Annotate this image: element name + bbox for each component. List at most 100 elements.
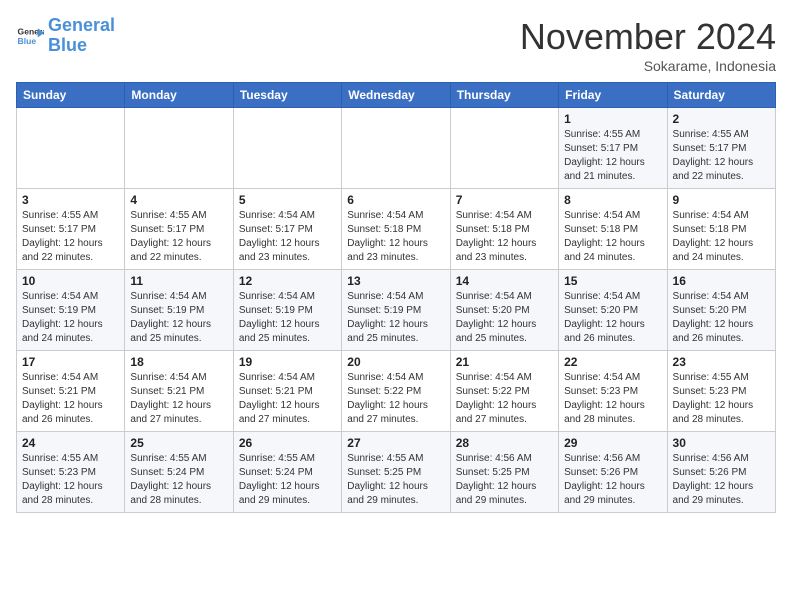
day-number: 23 (673, 355, 770, 369)
day-number: 1 (564, 112, 661, 126)
calendar-cell: 14 Sunrise: 4:54 AM Sunset: 5:20 PM Dayli… (450, 270, 558, 351)
svg-text:Blue: Blue (18, 36, 37, 46)
day-number: 16 (673, 274, 770, 288)
calendar-cell: 24 Sunrise: 4:55 AM Sunset: 5:23 PM Dayli… (17, 432, 125, 513)
month-title: November 2024 (520, 16, 776, 58)
day-number: 2 (673, 112, 770, 126)
day-info: Sunrise: 4:55 AM Sunset: 5:23 PM Dayligh… (22, 452, 119, 508)
day-number: 12 (239, 274, 336, 288)
calendar-cell: 3 Sunrise: 4:55 AM Sunset: 5:17 PM Daylig… (17, 189, 125, 270)
calendar-cell: 2Sunrise: 4:55 AM Sunset: 5:17 PM Daylig… (667, 108, 775, 189)
day-number: 7 (456, 193, 553, 207)
calendar-cell (125, 108, 233, 189)
day-info: Sunrise: 4:55 AM Sunset: 5:17 PM Dayligh… (130, 209, 227, 265)
calendar-cell: 11Sunrise: 4:54 AM Sunset: 5:19 PM Dayli… (125, 270, 233, 351)
weekday-header-sunday: Sunday (17, 83, 125, 108)
day-number: 24 (22, 436, 119, 450)
day-info: Sunrise: 4:54 AM Sunset: 5:18 PM Dayligh… (673, 209, 770, 265)
calendar-cell: 19 Sunrise: 4:54 AM Sunset: 5:21 PM Dayli… (233, 351, 341, 432)
day-number: 29 (564, 436, 661, 450)
day-info: Sunrise: 4:54 AM Sunset: 5:19 PM Dayligh… (347, 290, 444, 346)
day-info: Sunrise: 4:54 AM Sunset: 5:21 PM Dayligh… (130, 371, 227, 427)
calendar-cell: 4 Sunrise: 4:55 AM Sunset: 5:17 PM Daylig… (125, 189, 233, 270)
calendar-cell: 27 Sunrise: 4:55 AM Sunset: 5:25 PM Dayli… (342, 432, 450, 513)
calendar-cell: 25Sunrise: 4:55 AM Sunset: 5:24 PM Dayli… (125, 432, 233, 513)
weekday-header-row: SundayMondayTuesdayWednesdayThursdayFrid… (17, 83, 776, 108)
calendar-cell (17, 108, 125, 189)
day-info: Sunrise: 4:54 AM Sunset: 5:18 PM Dayligh… (564, 209, 661, 265)
day-number: 11 (130, 274, 227, 288)
calendar-cell: 17 Sunrise: 4:54 AM Sunset: 5:21 PM Dayli… (17, 351, 125, 432)
day-number: 26 (239, 436, 336, 450)
day-info: Sunrise: 4:54 AM Sunset: 5:22 PM Dayligh… (347, 371, 444, 427)
weekday-header-monday: Monday (125, 83, 233, 108)
day-number: 17 (22, 355, 119, 369)
day-info: Sunrise: 4:55 AM Sunset: 5:23 PM Dayligh… (673, 371, 770, 427)
day-number: 28 (456, 436, 553, 450)
location-subtitle: Sokarame, Indonesia (520, 58, 776, 74)
day-info: Sunrise: 4:54 AM Sunset: 5:21 PM Dayligh… (239, 371, 336, 427)
day-info: Sunrise: 4:54 AM Sunset: 5:20 PM Dayligh… (564, 290, 661, 346)
calendar-cell: 9 Sunrise: 4:54 AM Sunset: 5:18 PM Daylig… (667, 189, 775, 270)
calendar-cell (233, 108, 341, 189)
calendar-cell: 26 Sunrise: 4:55 AM Sunset: 5:24 PM Dayli… (233, 432, 341, 513)
day-info: Sunrise: 4:54 AM Sunset: 5:20 PM Dayligh… (673, 290, 770, 346)
calendar-week-5: 24 Sunrise: 4:55 AM Sunset: 5:23 PM Dayli… (17, 432, 776, 513)
calendar-cell: 5 Sunrise: 4:54 AM Sunset: 5:17 PM Daylig… (233, 189, 341, 270)
day-info: Sunrise: 4:55 AM Sunset: 5:25 PM Dayligh… (347, 452, 444, 508)
calendar-cell (342, 108, 450, 189)
weekday-header-saturday: Saturday (667, 83, 775, 108)
calendar-cell: 20Sunrise: 4:54 AM Sunset: 5:22 PM Dayli… (342, 351, 450, 432)
day-number: 15 (564, 274, 661, 288)
calendar-cell: 15 Sunrise: 4:54 AM Sunset: 5:20 PM Dayli… (559, 270, 667, 351)
day-info: Sunrise: 4:54 AM Sunset: 5:19 PM Dayligh… (239, 290, 336, 346)
logo: General Blue General Blue (16, 16, 115, 56)
calendar-table: SundayMondayTuesdayWednesdayThursdayFrid… (16, 82, 776, 513)
calendar-cell: 1Sunrise: 4:55 AM Sunset: 5:17 PM Daylig… (559, 108, 667, 189)
day-info: Sunrise: 4:54 AM Sunset: 5:18 PM Dayligh… (456, 209, 553, 265)
day-number: 19 (239, 355, 336, 369)
logo-text: General Blue (48, 16, 115, 56)
day-number: 13 (347, 274, 444, 288)
day-info: Sunrise: 4:54 AM Sunset: 5:17 PM Dayligh… (239, 209, 336, 265)
day-info: Sunrise: 4:55 AM Sunset: 5:24 PM Dayligh… (239, 452, 336, 508)
day-number: 6 (347, 193, 444, 207)
calendar-cell: 12 Sunrise: 4:54 AM Sunset: 5:19 PM Dayli… (233, 270, 341, 351)
weekday-header-tuesday: Tuesday (233, 83, 341, 108)
day-number: 3 (22, 193, 119, 207)
day-info: Sunrise: 4:56 AM Sunset: 5:25 PM Dayligh… (456, 452, 553, 508)
day-number: 5 (239, 193, 336, 207)
calendar-week-1: 1Sunrise: 4:55 AM Sunset: 5:17 PM Daylig… (17, 108, 776, 189)
day-number: 14 (456, 274, 553, 288)
day-number: 25 (130, 436, 227, 450)
title-block: November 2024 Sokarame, Indonesia (520, 16, 776, 74)
day-number: 9 (673, 193, 770, 207)
day-number: 27 (347, 436, 444, 450)
calendar-cell: 30 Sunrise: 4:56 AM Sunset: 5:26 PM Dayli… (667, 432, 775, 513)
calendar-cell: 18Sunrise: 4:54 AM Sunset: 5:21 PM Dayli… (125, 351, 233, 432)
day-info: Sunrise: 4:54 AM Sunset: 5:19 PM Dayligh… (22, 290, 119, 346)
calendar-cell: 8 Sunrise: 4:54 AM Sunset: 5:18 PM Daylig… (559, 189, 667, 270)
day-info: Sunrise: 4:55 AM Sunset: 5:17 PM Dayligh… (22, 209, 119, 265)
calendar-cell: 16 Sunrise: 4:54 AM Sunset: 5:20 PM Dayli… (667, 270, 775, 351)
day-info: Sunrise: 4:54 AM Sunset: 5:20 PM Dayligh… (456, 290, 553, 346)
calendar-cell: 7 Sunrise: 4:54 AM Sunset: 5:18 PM Daylig… (450, 189, 558, 270)
logo-line2: Blue (48, 35, 87, 55)
calendar-cell: 21Sunrise: 4:54 AM Sunset: 5:22 PM Dayli… (450, 351, 558, 432)
calendar-cell: 6Sunrise: 4:54 AM Sunset: 5:18 PM Daylig… (342, 189, 450, 270)
day-number: 22 (564, 355, 661, 369)
day-number: 10 (22, 274, 119, 288)
day-info: Sunrise: 4:54 AM Sunset: 5:21 PM Dayligh… (22, 371, 119, 427)
calendar-week-4: 17 Sunrise: 4:54 AM Sunset: 5:21 PM Dayli… (17, 351, 776, 432)
day-number: 8 (564, 193, 661, 207)
calendar-cell (450, 108, 558, 189)
day-info: Sunrise: 4:56 AM Sunset: 5:26 PM Dayligh… (673, 452, 770, 508)
calendar-week-2: 3 Sunrise: 4:55 AM Sunset: 5:17 PM Daylig… (17, 189, 776, 270)
day-info: Sunrise: 4:56 AM Sunset: 5:26 PM Dayligh… (564, 452, 661, 508)
calendar-cell: 28 Sunrise: 4:56 AM Sunset: 5:25 PM Dayli… (450, 432, 558, 513)
calendar-cell: 22Sunrise: 4:54 AM Sunset: 5:23 PM Dayli… (559, 351, 667, 432)
day-number: 30 (673, 436, 770, 450)
day-number: 4 (130, 193, 227, 207)
calendar-cell: 23 Sunrise: 4:55 AM Sunset: 5:23 PM Dayli… (667, 351, 775, 432)
weekday-header-wednesday: Wednesday (342, 83, 450, 108)
